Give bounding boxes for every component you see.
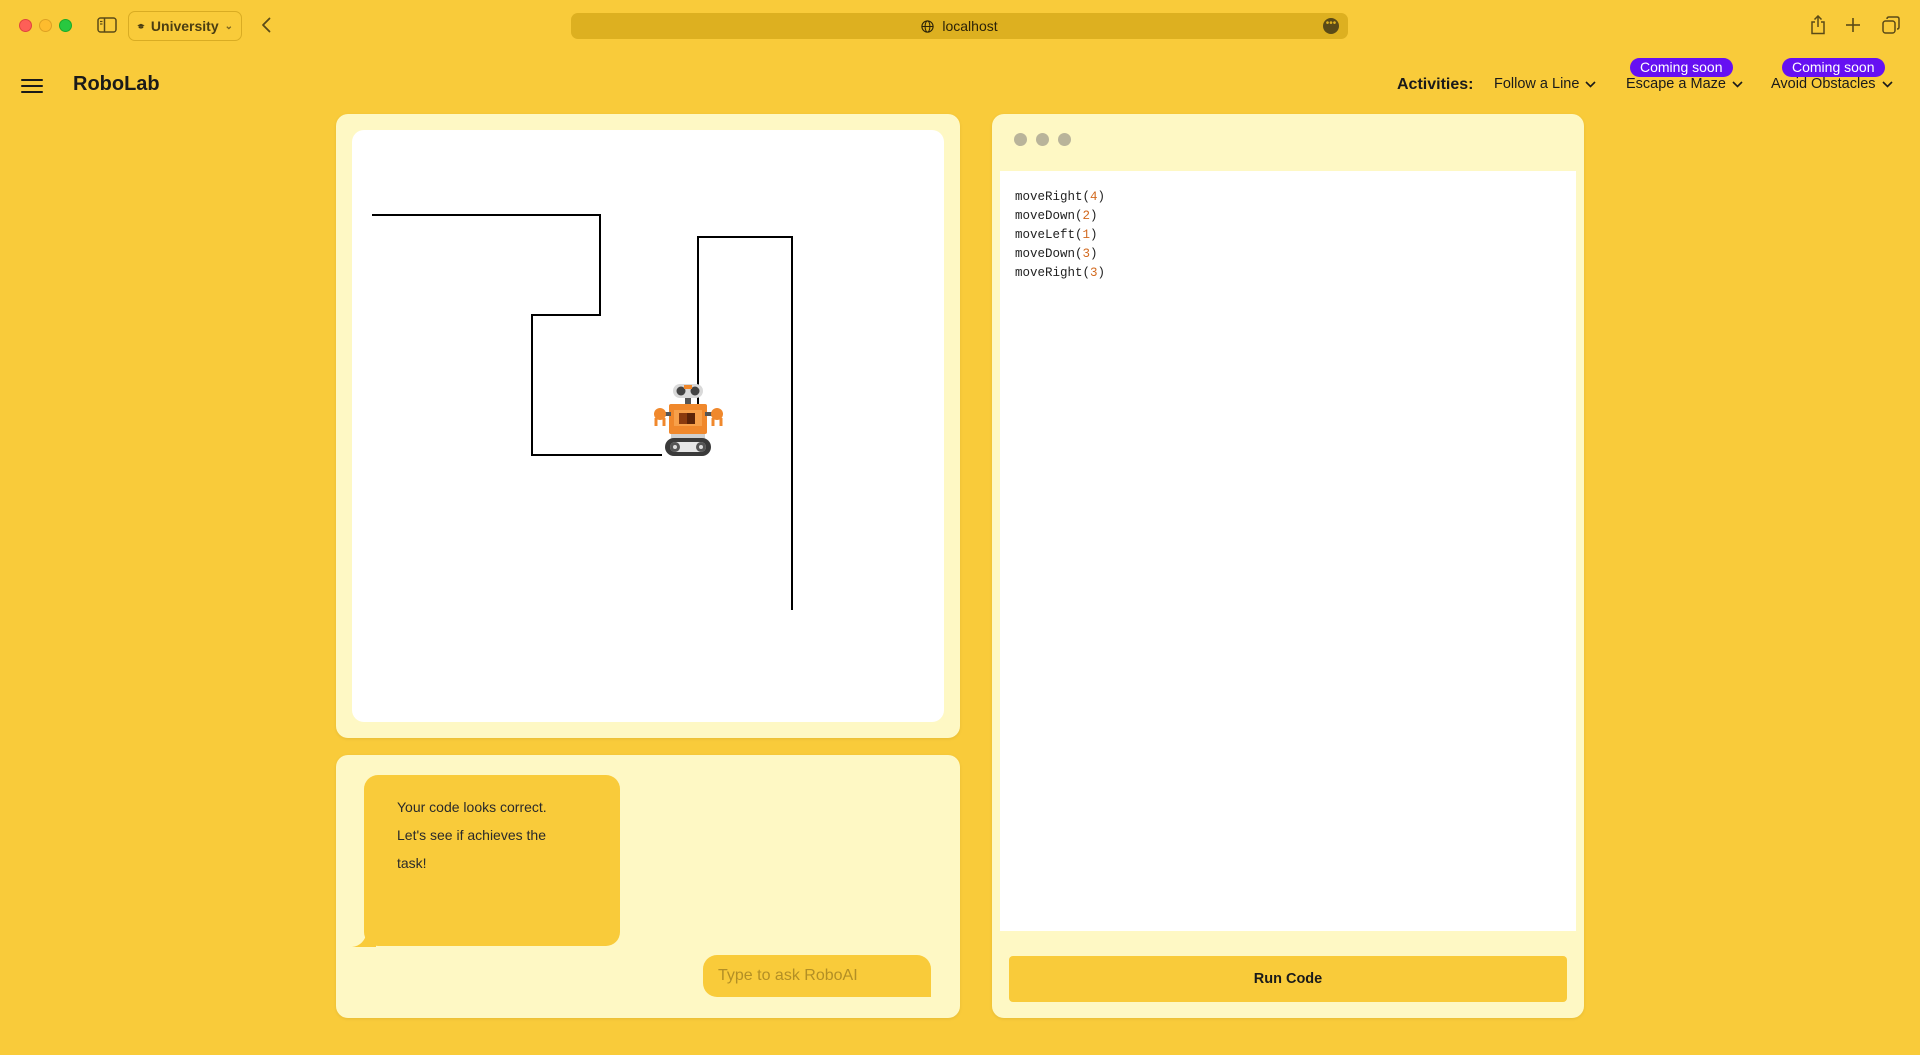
close-window-button[interactable] — [19, 19, 32, 32]
code-argument: 1 — [1082, 228, 1091, 242]
code-line: moveRight(4) — [1015, 190, 1106, 204]
nav-avoid-obstacles-label: Avoid Obstacles — [1771, 76, 1876, 92]
robot-icon — [654, 384, 723, 456]
ask-roboai-input[interactable] — [703, 955, 931, 997]
run-code-button[interactable]: Run Code — [1009, 956, 1567, 1002]
nav-follow-a-line[interactable]: Follow a Line — [1494, 76, 1597, 92]
page-menu-icon[interactable]: ••• — [1323, 18, 1339, 34]
back-button[interactable] — [258, 14, 274, 36]
chat-message-line: task! — [397, 855, 427, 871]
chat-panel: Your code looks correct. Let's see if ac… — [336, 755, 960, 1018]
address-bar[interactable]: localhost ••• — [571, 13, 1348, 39]
dot-icon — [1036, 133, 1049, 146]
profile-label: University — [150, 18, 219, 34]
code-function: moveDown — [1015, 247, 1076, 261]
nav-follow-a-line-label: Follow a Line — [1494, 76, 1580, 92]
graduation-cap-icon — [137, 23, 145, 29]
hamburger-menu-icon[interactable] — [21, 76, 43, 96]
code-line: moveDown(3) — [1015, 247, 1098, 261]
chevron-left-icon — [262, 17, 271, 33]
coming-soon-badge: Coming soon — [1630, 58, 1733, 77]
code-editor[interactable]: moveRight(4) moveDown(2) moveLeft(1) mov… — [1000, 171, 1576, 931]
code-function: moveLeft — [1015, 228, 1076, 242]
code-function: moveDown — [1015, 209, 1076, 223]
track-line — [372, 214, 662, 456]
simulation-panel — [336, 114, 960, 738]
chevron-down-icon — [1881, 80, 1893, 88]
code-line: moveLeft(1) — [1015, 228, 1098, 242]
chevron-down-icon: ⌄ — [224, 20, 233, 32]
browser-titlebar: University ⌄ localhost ••• — [0, 0, 1920, 52]
profile-selector[interactable]: University ⌄ — [128, 11, 242, 41]
code-argument: 3 — [1082, 247, 1091, 261]
new-tab-button[interactable] — [1843, 14, 1863, 36]
code-function: moveRight — [1015, 266, 1083, 280]
code-line: moveRight(3) — [1015, 266, 1106, 280]
minimize-window-button[interactable] — [39, 19, 52, 32]
sidebar-toggle-button[interactable] — [96, 16, 118, 34]
chat-message-line: Let's see if achieves the — [397, 827, 546, 843]
plus-icon — [1846, 18, 1860, 32]
code-function: moveRight — [1015, 190, 1083, 204]
sidebar-icon — [97, 17, 117, 33]
nav-avoid-obstacles[interactable]: Avoid Obstacles — [1771, 76, 1893, 92]
zoom-window-button[interactable] — [59, 19, 72, 32]
share-icon — [1811, 15, 1825, 35]
tab-overview-button[interactable] — [1880, 14, 1902, 36]
globe-icon — [921, 19, 935, 33]
code-editor-panel: moveRight(4) moveDown(2) moveLeft(1) mov… — [992, 114, 1584, 1018]
nav-escape-a-maze[interactable]: Escape a Maze — [1626, 76, 1743, 92]
robot-message-bubble: Your code looks correct. Let's see if ac… — [364, 775, 620, 946]
code-argument: 3 — [1090, 266, 1098, 280]
activities-label: Activities: — [1397, 76, 1474, 93]
dot-icon — [1014, 133, 1027, 146]
nav-escape-a-maze-label: Escape a Maze — [1626, 76, 1726, 92]
code-line: moveDown(2) — [1015, 209, 1098, 223]
chevron-down-icon — [1585, 80, 1597, 88]
coming-soon-badge: Coming soon — [1782, 58, 1885, 77]
url-text: localhost — [942, 18, 998, 34]
window-dots — [1014, 133, 1071, 146]
dot-icon — [1058, 133, 1071, 146]
app-brand[interactable]: RoboLab — [73, 73, 160, 96]
code-argument: 4 — [1090, 190, 1098, 204]
chevron-down-icon — [1732, 80, 1743, 88]
share-button[interactable] — [1808, 13, 1828, 37]
tabs-overview-icon — [1882, 16, 1900, 34]
line-path-drawing — [372, 214, 793, 610]
chat-message-line: Your code looks correct. — [397, 799, 547, 815]
simulation-canvas — [352, 130, 944, 722]
code-argument: 2 — [1082, 209, 1091, 223]
